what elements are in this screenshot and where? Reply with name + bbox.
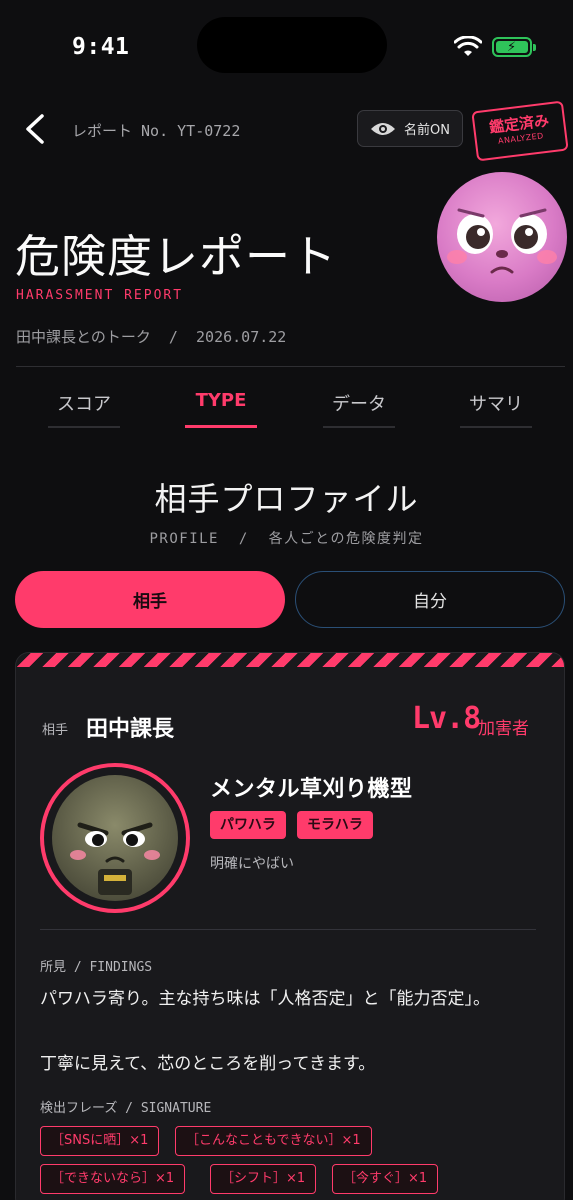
tab-type[interactable]: TYPE — [171, 380, 271, 428]
findings-text-2: 丁寧に見えて、芯のところを削ってきます。 — [40, 1054, 376, 1074]
segment-self[interactable]: 自分 — [295, 571, 565, 628]
tab-summary[interactable]: サマリ — [446, 380, 546, 428]
fuzzy-monster-icon — [70, 822, 160, 895]
card-label: 相手 — [42, 723, 69, 738]
phrase-chip[interactable]: ［こんなこともできない］×1 — [175, 1126, 372, 1156]
findings-label: 所見 / FINDINGS — [40, 960, 153, 975]
name-visibility-toggle[interactable]: 名前ON — [357, 110, 463, 147]
opponent-avatar — [40, 763, 190, 913]
back-chevron-icon[interactable] — [20, 112, 52, 146]
tab-score-label: スコア — [57, 394, 111, 415]
tab-summary-label: サマリ — [469, 394, 523, 415]
phrase-chip[interactable]: ［できないなら］×1 — [40, 1164, 186, 1194]
hazard-stripe — [16, 653, 564, 667]
status-bar: 9:41 ⚡ — [0, 0, 573, 95]
dynamic-island — [197, 17, 387, 73]
tab-data[interactable]: データ — [309, 380, 409, 428]
verdict-text: 明確にやばい — [210, 856, 294, 872]
report-number: レポート No. YT-0722 — [72, 122, 241, 140]
danger-level: Lv.8 — [412, 701, 481, 736]
findings-text: パワハラ寄り。主な持ち味は「人格否定」と「能力否定」。 — [40, 989, 490, 1009]
tag-power-harassment: パワハラ — [210, 811, 286, 839]
phrase-chip[interactable]: ［シフト］×1 — [210, 1164, 317, 1194]
chat-meta: 田中課長とのトーク / 2026.07.22 — [16, 328, 287, 346]
harasser-type-name: メンタル草刈り機型 — [210, 777, 413, 802]
wifi-icon — [454, 36, 482, 56]
opponent-name: 田中課長 — [86, 717, 175, 742]
header-divider — [16, 366, 565, 367]
page-subtitle: HARASSMENT REPORT — [16, 288, 184, 303]
eye-icon — [371, 122, 395, 135]
tab-score[interactable]: スコア — [34, 380, 134, 428]
page-title: 危険度レポート — [15, 230, 338, 283]
tag-moral-harassment: モラハラ — [297, 811, 373, 839]
battery-icon: ⚡ — [492, 37, 536, 57]
signature-label: 検出フレーズ / SIGNATURE — [40, 1101, 212, 1116]
report-tabs: スコア TYPE データ サマリ — [0, 380, 573, 430]
phrase-chip[interactable]: ［今すぐ］×1 — [332, 1164, 439, 1194]
analyzed-stamp: 鑑定済み ANALYZED — [471, 100, 569, 162]
profile-card: 相手 田中課長 Lv.8 加害者 メンタル草刈り機型 パワハラ モラハラ 明確に… — [15, 652, 565, 1200]
name-toggle-label: 名前ON — [404, 123, 450, 138]
tab-data-label: データ — [332, 394, 386, 415]
tab-type-label: TYPE — [195, 390, 247, 411]
segment-opponent[interactable]: 相手 — [15, 571, 285, 628]
section-title: 相手プロファイル — [154, 480, 419, 518]
section-subtitle: PROFILE / 各人ごとの危険度判定 — [149, 531, 424, 547]
mascot-avatar — [437, 172, 567, 302]
role-label: 加害者 — [478, 719, 529, 739]
phrase-chip[interactable]: ［SNSに晒］×1 — [40, 1126, 160, 1156]
card-divider — [40, 929, 536, 930]
status-time: 9:41 — [72, 34, 130, 60]
